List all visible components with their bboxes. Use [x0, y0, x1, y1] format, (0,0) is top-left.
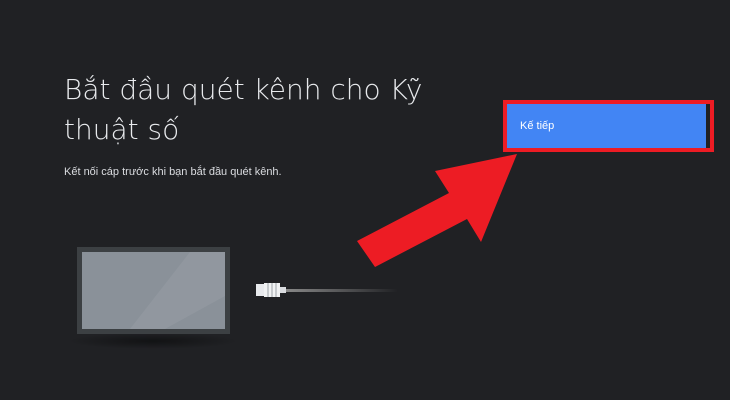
instruction-text: Kết nối cáp trước khi bạn bắt đầu quét k… [64, 166, 282, 178]
tv-cable-illustration [68, 247, 398, 349]
cable-icon [286, 289, 398, 292]
page-title: Bắt đầu quét kênh cho Kỹ thuật số [64, 73, 423, 146]
cable-connector-icon [256, 283, 286, 297]
tv-icon [68, 247, 238, 349]
